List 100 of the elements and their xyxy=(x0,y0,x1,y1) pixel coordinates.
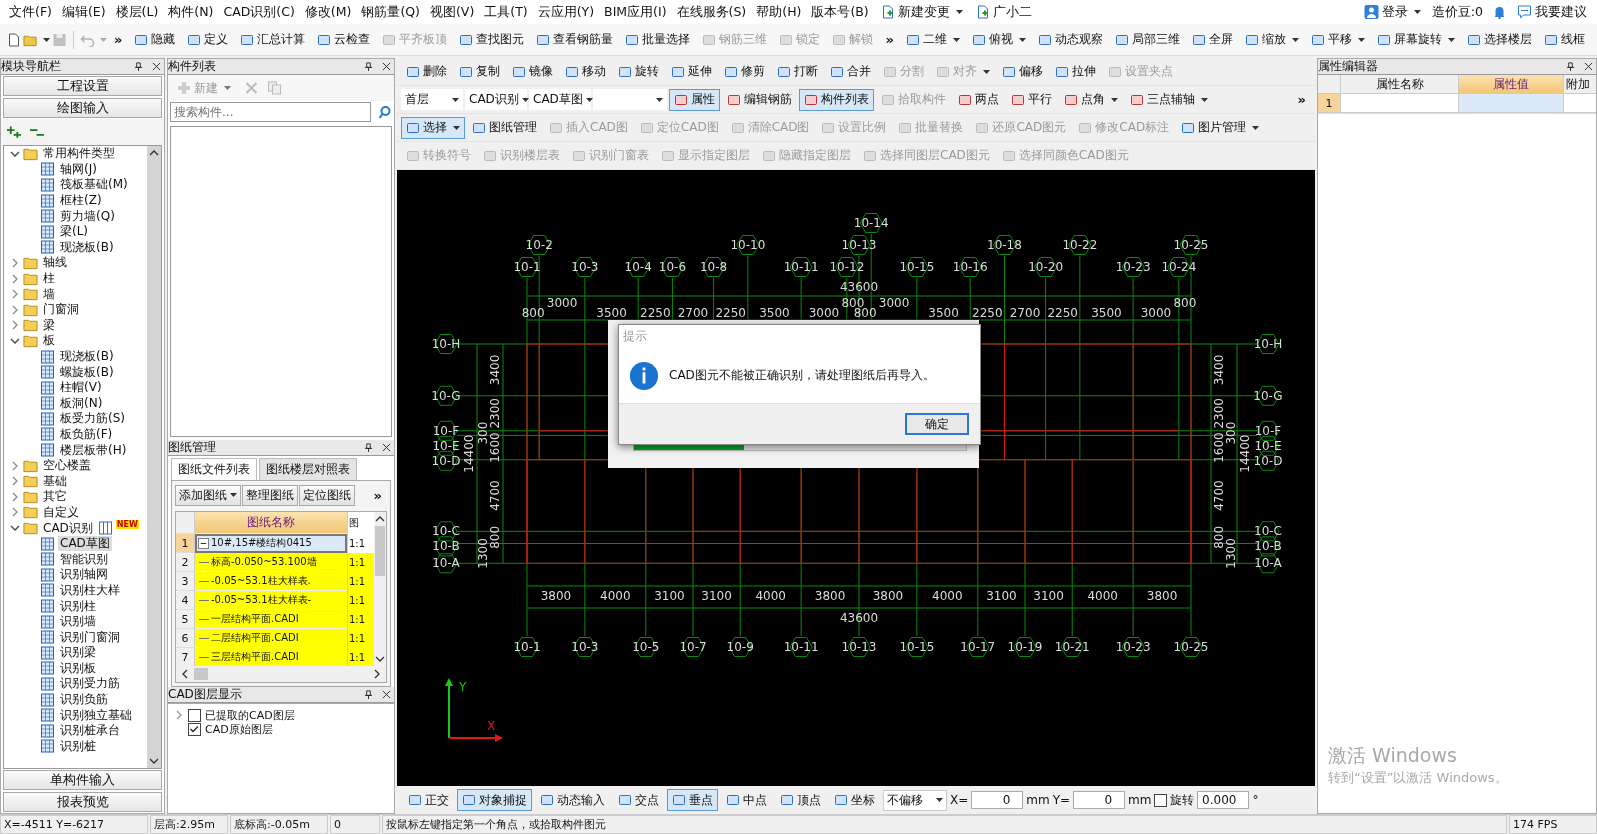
nav-button[interactable]: 工程设置 xyxy=(3,76,162,96)
tab[interactable]: 图纸楼层对照表 xyxy=(259,458,357,480)
toolbar-button[interactable]: 汇总计算 xyxy=(235,28,311,51)
tree-item[interactable]: 识别桩 xyxy=(58,738,98,754)
nav-button[interactable]: 报表预览 xyxy=(3,792,162,812)
toolbar-button[interactable]: 定义 xyxy=(182,28,234,51)
toolbar-button[interactable]: 修剪 xyxy=(719,60,770,83)
scrollbar[interactable] xyxy=(176,666,386,682)
feedback-button[interactable]: 我要建议 xyxy=(1511,2,1593,22)
toolbar-button[interactable]: 二维 xyxy=(900,28,965,51)
toolbar-button[interactable]: 动态输入 xyxy=(535,789,610,811)
chevron-right-icon[interactable] xyxy=(10,476,20,487)
tree-item[interactable]: 现浇板(B) xyxy=(58,239,116,255)
scroll-up-icon[interactable] xyxy=(149,150,159,156)
ok-button[interactable]: 确定 xyxy=(905,413,969,435)
tree-item[interactable]: 识别受力筋 xyxy=(58,676,122,692)
toolbar-button[interactable]: 交点 xyxy=(613,789,664,811)
scroll-right-icon[interactable] xyxy=(374,669,380,679)
table-cell[interactable] xyxy=(1459,94,1564,113)
search-field[interactable]: 搜索构件... xyxy=(170,102,371,122)
overflow-button[interactable]: » xyxy=(1292,92,1311,107)
column-header[interactable]: 属性名称 xyxy=(1341,75,1459,94)
tree-item[interactable]: 板受力筋(S) xyxy=(58,411,127,427)
toolbar-button[interactable]: 动态观察 xyxy=(1032,28,1108,51)
toolbar-button[interactable]: 隐藏 xyxy=(129,28,181,51)
chevron-right-icon[interactable] xyxy=(10,257,20,268)
overflow-button[interactable]: » xyxy=(368,487,387,503)
scroll-down-icon[interactable] xyxy=(375,656,385,662)
scroll-thumb[interactable] xyxy=(194,668,208,680)
toolbar-button[interactable]: 查看钢筋量 xyxy=(531,28,619,51)
toolbar-button[interactable]: 平移 xyxy=(1305,28,1370,51)
toolbar-button[interactable]: 合并 xyxy=(825,60,876,83)
close-icon[interactable] xyxy=(152,62,161,71)
tree-item[interactable]: 螺旋板(B) xyxy=(58,364,116,380)
login-button[interactable]: 登录 xyxy=(1357,2,1427,22)
menu-item[interactable]: BIM应用(I) xyxy=(599,3,672,21)
menu-item[interactable]: CAD识别(C) xyxy=(218,3,300,21)
toolbar-button[interactable]: 添加图纸 xyxy=(175,484,241,506)
toolbar-button[interactable]: 整理图纸 xyxy=(242,484,298,506)
tree-item[interactable]: 其它 xyxy=(41,489,69,505)
toolbar-button[interactable]: 顶点 xyxy=(775,789,826,811)
toolbar-button[interactable]: 选择 xyxy=(401,116,465,139)
tree-item[interactable]: 识别墙 xyxy=(58,614,98,630)
toolbar-button[interactable]: 属性 xyxy=(669,88,720,111)
tree-item[interactable]: 轴线 xyxy=(41,255,69,271)
pin-icon[interactable] xyxy=(134,62,143,71)
table-cell[interactable]: -0.05~53.1柱大样表. xyxy=(195,572,347,591)
tree-item[interactable]: 板 xyxy=(41,333,57,349)
chevron-right-icon[interactable] xyxy=(10,304,20,315)
tree-item[interactable]: 剪力墙(Q) xyxy=(58,208,117,224)
checkbox[interactable] xyxy=(188,722,201,736)
tree-item[interactable]: 框柱(Z) xyxy=(58,193,104,209)
menu-button[interactable]: 新建变更 xyxy=(873,2,969,22)
menu-item[interactable]: 视图(V) xyxy=(424,3,480,21)
collapse-icon[interactable] xyxy=(198,537,209,549)
toolbar-button[interactable]: 打断 xyxy=(772,60,823,83)
bell-icon[interactable] xyxy=(1492,5,1507,19)
toolbar-button[interactable]: 定位图纸 xyxy=(299,484,355,506)
toolbar-button[interactable]: 垂点 xyxy=(667,789,718,811)
overflow-button[interactable]: » xyxy=(880,32,899,47)
chevron-right-icon[interactable] xyxy=(10,460,20,471)
menu-item[interactable]: 文件(F) xyxy=(4,3,57,21)
tree-item[interactable]: 识别梁 xyxy=(58,645,98,661)
toolbar-button[interactable]: 图片管理 xyxy=(1176,116,1265,139)
rotation-field[interactable]: 0.000 xyxy=(1197,791,1250,809)
tree-item[interactable]: 自定义 xyxy=(41,504,81,520)
table-cell[interactable]: -0.05~53.1柱大样表- xyxy=(195,591,347,610)
menu-item[interactable]: 云应用(Y) xyxy=(532,3,600,21)
toolbar-button[interactable]: 选择楼层 xyxy=(1461,28,1537,51)
tree-item[interactable]: 识别柱大样 xyxy=(58,582,122,598)
new-file-icon[interactable] xyxy=(6,32,21,47)
drawing-canvas[interactable] xyxy=(397,170,1315,786)
x-field[interactable]: 0 xyxy=(971,791,1024,809)
expand-all-icon[interactable] xyxy=(7,125,22,139)
menu-item[interactable]: 工具(T) xyxy=(479,3,533,21)
scrollbar[interactable] xyxy=(374,512,386,666)
toolbar-button[interactable]: 点角 xyxy=(1059,88,1123,111)
tree-item[interactable]: 板洞(N) xyxy=(58,395,105,411)
tree-item[interactable]: 现浇板(B) xyxy=(58,349,116,364)
toolbar-button[interactable]: 正交 xyxy=(403,789,454,811)
tree-item[interactable]: 识别桩承台 xyxy=(58,723,122,739)
dropdown[interactable]: 首层 xyxy=(401,89,463,110)
chevron-right-icon[interactable] xyxy=(10,273,20,284)
tree-item[interactable]: 常用构件类型 xyxy=(41,146,117,162)
toolbar-button[interactable]: 缩放 xyxy=(1239,28,1304,51)
toolbar-button[interactable]: 对象捕捉 xyxy=(457,789,532,811)
nav-button[interactable]: 绘图输入 xyxy=(3,98,162,118)
tree-item[interactable]: 墙 xyxy=(41,286,57,302)
toolbar-button[interactable]: 延伸 xyxy=(666,60,717,83)
tree-item[interactable]: 识别柱 xyxy=(58,598,98,614)
tree-item[interactable]: 识别板 xyxy=(58,660,98,676)
toolbar-button[interactable]: 俯视 xyxy=(966,28,1031,51)
toolbar-button[interactable]: 镜像 xyxy=(507,60,558,83)
toolbar-button[interactable]: 旋转 xyxy=(613,60,664,83)
table-cell[interactable]: 二层结构平面.CADI xyxy=(195,629,347,648)
caret-icon[interactable] xyxy=(43,37,50,42)
toolbar-button[interactable]: 全屏 xyxy=(1186,28,1238,51)
tree-item[interactable]: 识别轴网 xyxy=(58,567,110,583)
scroll-up-icon[interactable] xyxy=(375,516,385,522)
toolbar-button[interactable]: 中点 xyxy=(721,789,772,811)
